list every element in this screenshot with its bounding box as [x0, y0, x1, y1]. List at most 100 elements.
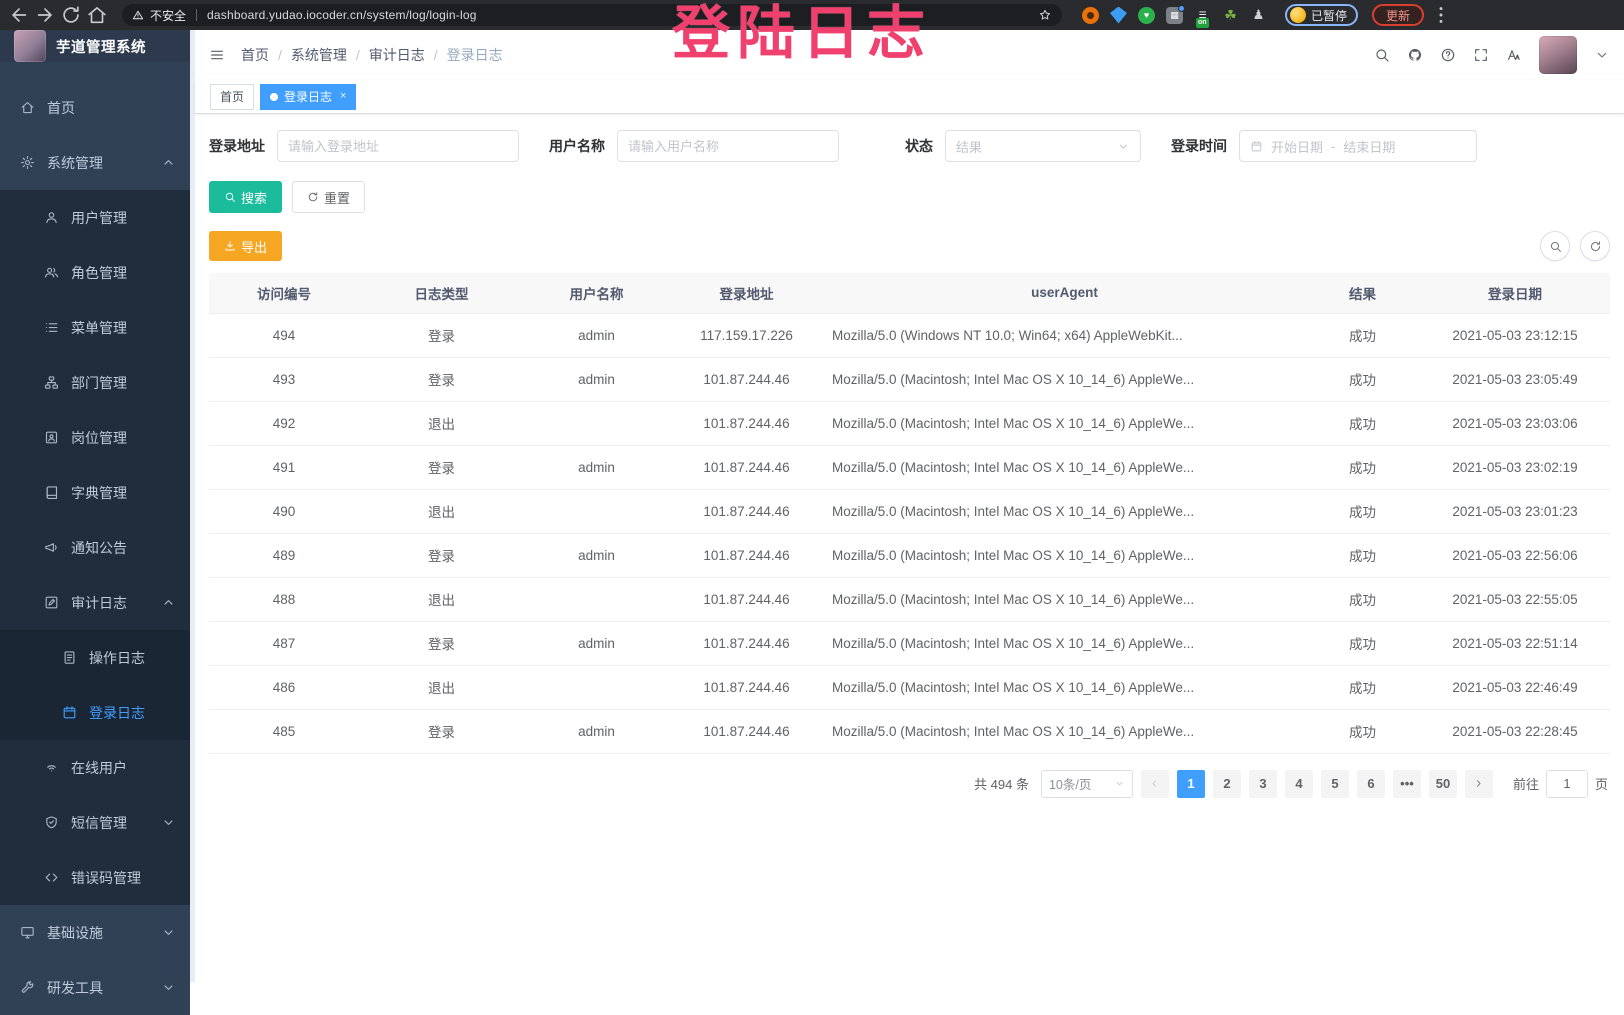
sidebar-item-通知公告[interactable]: 通知公告 — [0, 520, 190, 575]
export-button[interactable]: 导出 — [209, 231, 282, 261]
search-button[interactable]: 搜索 — [209, 181, 282, 213]
blue-gem-extension-icon[interactable] — [1110, 7, 1127, 24]
github-icon[interactable] — [1407, 47, 1423, 63]
username-input[interactable] — [628, 139, 828, 154]
column-header-login-address: 登录地址 — [669, 273, 824, 313]
page-size-select[interactable]: 10条/页 — [1041, 770, 1133, 798]
sidebar-item-研发工具[interactable]: 研发工具 — [0, 960, 190, 1015]
cell-login-address: 101.87.244.46 — [669, 489, 824, 533]
table-row: 486退出101.87.244.46Mozilla/5.0 (Macintosh… — [209, 665, 1610, 709]
sidebar-item-部门管理[interactable]: 部门管理 — [0, 355, 190, 410]
tag-首页[interactable]: 首页 — [210, 84, 254, 110]
login-address-input-wrap — [277, 130, 519, 162]
browser-home-icon[interactable] — [86, 4, 108, 26]
font-size-icon[interactable] — [1506, 47, 1522, 63]
sidebar-item-用户管理[interactable]: 用户管理 — [0, 190, 190, 245]
sidebar-item-在线用户[interactable]: 在线用户 — [0, 740, 190, 795]
cell-result: 成功 — [1305, 665, 1420, 709]
page-button-50[interactable]: 50 — [1429, 770, 1457, 798]
breadcrumb-item-审计日志[interactable]: 审计日志 — [369, 45, 425, 65]
page-content: 登录地址 用户名称 状态 结果 登录时间 开始日期 - 结 — [195, 114, 1624, 982]
sidebar-item-基础设施[interactable]: 基础设施 — [0, 905, 190, 960]
cell-user-agent: Mozilla/5.0 (Macintosh; Intel Mac OS X 1… — [824, 357, 1305, 401]
sidebar-item-登录日志[interactable]: 登录日志 — [0, 685, 190, 740]
green-heart-extension-icon[interactable]: ♥ — [1138, 7, 1155, 24]
sidebar-item-错误码管理[interactable]: 错误码管理 — [0, 850, 190, 905]
sidebar-item-角色管理[interactable]: 角色管理 — [0, 245, 190, 300]
orange-ring-extension-icon[interactable] — [1082, 7, 1099, 24]
cell-result: 成功 — [1305, 577, 1420, 621]
chevron-up-icon — [161, 155, 176, 170]
table-toolbar: 导出 — [209, 231, 1610, 261]
close-icon[interactable]: × — [340, 91, 346, 102]
chevron-left-icon — [1149, 778, 1160, 789]
sidebar-item-字典管理[interactable]: 字典管理 — [0, 465, 190, 520]
tool-icon — [20, 980, 35, 995]
refresh-table-button[interactable] — [1580, 231, 1610, 261]
cell-log-type: 退出 — [359, 489, 524, 533]
prev-page-button[interactable] — [1141, 770, 1169, 798]
browser-reload-icon[interactable] — [60, 4, 82, 26]
page-button-4[interactable]: 4 — [1285, 770, 1313, 798]
address-bar[interactable]: 不安全 dashboard.yudao.iocoder.cn/system/lo… — [122, 4, 1062, 26]
cell-access-id: 494 — [209, 313, 359, 357]
sidebar-item-菜单管理[interactable]: 菜单管理 — [0, 300, 190, 355]
plant-extension-icon[interactable]: ☘ — [1222, 7, 1239, 24]
app-title: 芋道管理系统 — [56, 36, 146, 57]
date-start-placeholder: 开始日期 — [1271, 137, 1323, 156]
tag-登录日志[interactable]: 登录日志× — [260, 84, 356, 110]
on-badge: on — [1196, 18, 1209, 28]
help-icon[interactable] — [1440, 47, 1456, 63]
browser-update-button[interactable]: 更新 — [1372, 4, 1424, 26]
grid-extension-icon[interactable]: ▦ — [1166, 7, 1183, 24]
bookmark-star-icon[interactable] — [1038, 8, 1052, 22]
cell-login-address: 101.87.244.46 — [669, 445, 824, 489]
fullscreen-icon[interactable] — [1473, 47, 1489, 63]
page-button-1[interactable]: 1 — [1177, 770, 1205, 798]
user-avatar[interactable] — [1539, 36, 1577, 74]
cell-login-address: 101.87.244.46 — [669, 665, 824, 709]
sidebar-item-短信管理[interactable]: 短信管理 — [0, 795, 190, 850]
next-page-button[interactable] — [1465, 770, 1493, 798]
sidebar-item-岗位管理[interactable]: 岗位管理 — [0, 410, 190, 465]
puzzle-extension-icon[interactable]: ♟ — [1250, 7, 1267, 24]
hamburger-icon[interactable] — [209, 47, 225, 63]
goto-page-input[interactable] — [1546, 770, 1588, 798]
table-row: 485登录admin101.87.244.46Mozilla/5.0 (Maci… — [209, 709, 1610, 753]
breadcrumb-item-系统管理[interactable]: 系统管理 — [291, 45, 347, 65]
cell-user-agent: Mozilla/5.0 (Macintosh; Intel Mac OS X 1… — [824, 621, 1305, 665]
sidebar-item-系统管理[interactable]: 系统管理 — [0, 135, 190, 190]
login-address-input[interactable] — [288, 139, 508, 154]
status-label: 状态 — [905, 136, 933, 156]
breadcrumb-item-首页[interactable]: 首页 — [241, 45, 269, 65]
page-button-5[interactable]: 5 — [1321, 770, 1349, 798]
chevron-right-icon — [1473, 778, 1484, 789]
chevron-down-icon — [1114, 778, 1125, 789]
reset-button[interactable]: 重置 — [292, 181, 365, 213]
list-on-extension-icon[interactable]: ☰on — [1194, 7, 1211, 24]
sidebar-item-审计日志[interactable]: 审计日志 — [0, 575, 190, 630]
cell-user-agent: Mozilla/5.0 (Macintosh; Intel Mac OS X 1… — [824, 577, 1305, 621]
page-button-3[interactable]: 3 — [1249, 770, 1277, 798]
breadcrumb-item-登录日志: 登录日志 — [447, 45, 503, 65]
page-ellipsis[interactable]: ••• — [1393, 770, 1421, 798]
active-tag-dot — [270, 93, 278, 101]
browser-forward-icon[interactable] — [34, 4, 56, 26]
status-select[interactable]: 结果 — [945, 130, 1141, 162]
avatar-caret-icon[interactable] — [1594, 47, 1610, 63]
app-logo[interactable]: 芋道管理系统 — [0, 30, 190, 62]
login-time-range-picker[interactable]: 开始日期 - 结束日期 — [1239, 130, 1477, 162]
status-placeholder: 结果 — [956, 137, 982, 156]
page-button-6[interactable]: 6 — [1357, 770, 1385, 798]
sidebar-item-操作日志[interactable]: 操作日志 — [0, 630, 190, 685]
toggle-search-button[interactable] — [1540, 231, 1570, 261]
page-button-2[interactable]: 2 — [1213, 770, 1241, 798]
column-header-user-agent: userAgent — [824, 273, 1305, 313]
browser-menu-icon[interactable] — [1430, 4, 1452, 26]
header-search-icon[interactable] — [1374, 47, 1390, 63]
user-icon — [44, 210, 59, 225]
cell-access-id: 489 — [209, 533, 359, 577]
sidebar-item-首页[interactable]: 首页 — [0, 80, 190, 135]
browser-back-icon[interactable] — [8, 4, 30, 26]
browser-profile-chip[interactable]: 已暂停 — [1285, 4, 1358, 26]
